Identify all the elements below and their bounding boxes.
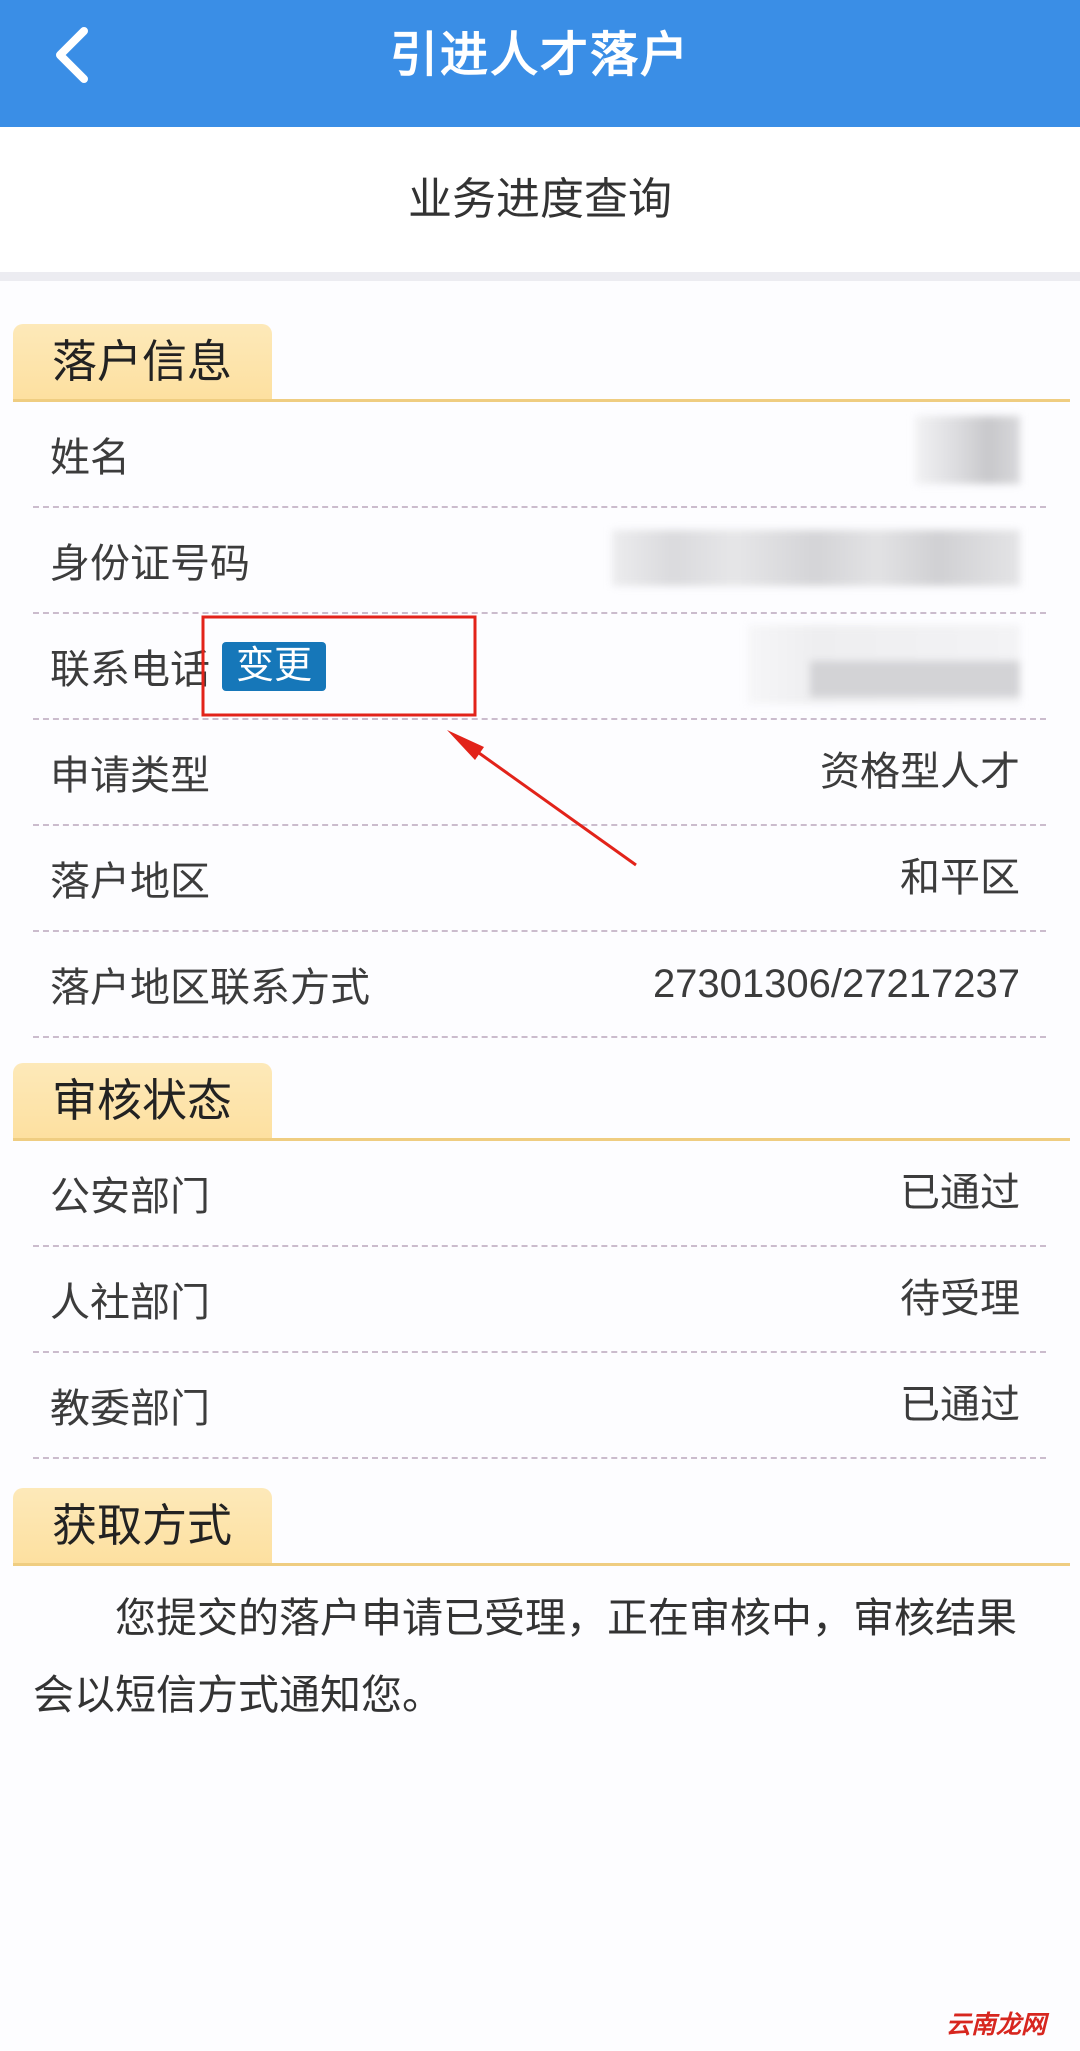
status-value: 待受理: [900, 1277, 1020, 1321]
retrieval-method-section: 获取方式 您提交的落户申请已受理，正在审核中，审核结果会以短信方式通知您。: [0, 1488, 1080, 1734]
row-label: 落户地区联系方式: [50, 966, 370, 1010]
row-label: 落户地区: [50, 860, 210, 904]
masked-name-value: [915, 416, 1020, 484]
change-phone-button[interactable]: 变更: [222, 641, 327, 691]
info-row-district: 落户地区 和平区: [33, 826, 1046, 932]
row-value: 和平区: [900, 856, 1020, 900]
app-header: 引进人才落户: [0, 0, 1080, 127]
status-value: 已通过: [900, 1383, 1020, 1427]
row-value: 27301306/27217237: [652, 962, 1020, 1006]
section-rule: [13, 1563, 1070, 1566]
section-title: 获取方式: [13, 1488, 272, 1563]
review-status-section: 审核状态 公安部门 已通过 人社部门 待受理 教委部门 已通过: [0, 1063, 1080, 1459]
info-row-name: 姓名: [33, 402, 1046, 508]
row-label: 人社部门: [50, 1281, 210, 1325]
page-subtitle: 业务进度查询: [0, 127, 1080, 272]
masked-id-value: [612, 530, 1020, 586]
section-title: 审核状态: [13, 1063, 272, 1138]
row-label: 教委部门: [50, 1387, 210, 1431]
watermark-logo: 云南龙网: [945, 2011, 1046, 2039]
retrieval-message: 您提交的落户申请已受理，正在审核中，审核结果会以短信方式通知您。: [33, 1595, 1017, 1718]
row-label: 公安部门: [50, 1175, 210, 1219]
row-label: 身份证号码: [50, 542, 250, 586]
page-title: 引进人才落户: [389, 29, 690, 82]
info-row-phone: 联系电话 变更: [33, 614, 1046, 720]
info-row-district-contact: 落户地区联系方式 27301306/27217237: [33, 932, 1046, 1038]
status-row-education: 教委部门 已通过: [33, 1353, 1046, 1459]
divider-band: [0, 272, 1080, 281]
row-label: 申请类型: [50, 754, 210, 798]
row-value: 资格型人才: [820, 750, 1020, 794]
info-row-application-type: 申请类型 资格型人才: [33, 720, 1046, 826]
masked-phone-value: [748, 625, 1020, 704]
status-row-police: 公安部门 已通过: [33, 1141, 1046, 1247]
row-label: 联系电话: [50, 648, 210, 692]
section-title: 落户信息: [13, 324, 272, 399]
row-label: 姓名: [50, 436, 130, 480]
info-row-id-number: 身份证号码: [33, 508, 1046, 614]
status-value: 已通过: [900, 1171, 1020, 1215]
settlement-info-section: 落户信息 姓名 身份证号码 联系电话 变更 申请类型 资格型人才 落户地区 和平…: [0, 324, 1080, 1038]
status-row-hr: 人社部门 待受理: [33, 1247, 1046, 1353]
